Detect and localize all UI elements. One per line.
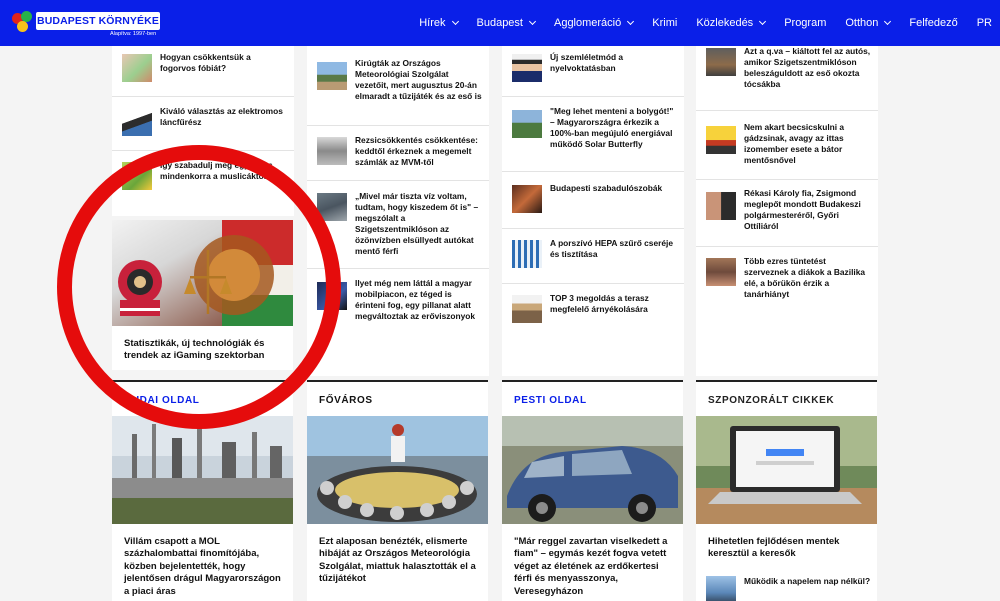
divider bbox=[502, 96, 684, 97]
article-thumbnail[interactable] bbox=[317, 282, 347, 310]
chevron-down-icon bbox=[759, 17, 767, 26]
section-budai-oldal: BUDAI OLDAL Villám csapott a MOL százhal… bbox=[112, 380, 293, 601]
nav-item-krimi[interactable]: Krimi bbox=[652, 17, 677, 29]
logo-text: BUDAPEST KÖRNYÉKE bbox=[36, 12, 160, 30]
article-thumbnail[interactable] bbox=[122, 108, 152, 136]
article-thumbnail[interactable] bbox=[706, 576, 736, 601]
section-szponzoralt-cikkek: SZPONZORÁLT CIKKEK Hihetetlen fejlődésen… bbox=[696, 380, 877, 601]
article-thumbnail[interactable] bbox=[512, 295, 542, 323]
section-heading[interactable]: PESTI OLDAL bbox=[514, 395, 587, 406]
divider bbox=[307, 125, 489, 126]
column-4-list: Azt a q.va – kiáltott fel az autós, amik… bbox=[696, 46, 878, 376]
article-image[interactable] bbox=[502, 416, 683, 524]
article-thumbnail[interactable] bbox=[706, 192, 736, 220]
column-1-list: Hogyan csökkentsük a fogorvos fóbiát? Ki… bbox=[112, 46, 294, 216]
list-item[interactable]: Több ezres tüntetést szerveznek a diákok… bbox=[706, 256, 872, 300]
section-fovaros: FŐVÁROS Ezt alaposan benézték, elismerte… bbox=[307, 380, 488, 601]
list-item[interactable]: Hogyan csökkentsük a fogorvos fóbiát? bbox=[122, 52, 288, 82]
article-thumbnail[interactable] bbox=[317, 62, 347, 90]
nav-item-felfedezo[interactable]: Felfedező bbox=[909, 17, 957, 29]
nav-item-hirek[interactable]: Hírek bbox=[419, 17, 459, 29]
list-item[interactable]: Kiváló választás az elektromos láncfűrés… bbox=[122, 106, 288, 136]
article-title[interactable]: Villám csapott a MOL százhalombattai fin… bbox=[124, 536, 286, 598]
nav-item-kozlekedes[interactable]: Közlekedés bbox=[696, 17, 767, 29]
divider bbox=[112, 96, 294, 97]
divider bbox=[307, 180, 489, 181]
article-title[interactable]: Ezt alaposan benézték, elismerte hibáját… bbox=[319, 536, 481, 586]
column-2-list: Kirúgták az Országos Meteorológiai Szolg… bbox=[307, 46, 489, 376]
list-item[interactable]: Ilyet még nem láttál a magyar mobilpiaco… bbox=[317, 278, 483, 322]
main-menu: Hírek Budapest Agglomeráció Krimi Közlek… bbox=[419, 0, 1000, 46]
nav-item-otthon[interactable]: Otthon bbox=[845, 17, 892, 29]
list-item[interactable]: Azt a q.va – kiáltott fel az autós, amik… bbox=[706, 46, 872, 90]
list-item[interactable]: Rékasi Károly fia, Zsigmond meglepőt mon… bbox=[706, 188, 872, 232]
list-item[interactable]: Rezsicsökkentés csökkentése: keddtől érk… bbox=[317, 135, 483, 168]
article-title[interactable]: Hihetetlen fejlődésen mentek keresztül a… bbox=[708, 536, 870, 561]
article-thumbnail[interactable] bbox=[706, 126, 736, 154]
list-item[interactable]: A porszívó HEPA szűrő cseréje és tisztít… bbox=[512, 238, 678, 268]
top-nav-bar: BUDAPEST KÖRNYÉKE Alapítva: 1997-ben Hír… bbox=[0, 0, 1000, 46]
list-item[interactable]: „Mivel már tiszta víz voltam, tudtam, ho… bbox=[317, 191, 483, 257]
nav-item-pr[interactable]: PR bbox=[977, 17, 992, 29]
article-image[interactable] bbox=[696, 416, 877, 524]
section-heading[interactable]: FŐVÁROS bbox=[319, 395, 373, 406]
divider bbox=[696, 110, 878, 111]
article-thumbnail[interactable] bbox=[317, 137, 347, 165]
article-thumbnail[interactable] bbox=[512, 185, 542, 213]
list-item[interactable]: "Meg lehet menteni a bolygót!" – Magyaro… bbox=[512, 106, 678, 150]
featured-article-image[interactable] bbox=[112, 220, 293, 326]
divider bbox=[502, 228, 684, 229]
section-heading[interactable]: BUDAI OLDAL bbox=[124, 395, 199, 406]
chevron-down-icon bbox=[451, 17, 459, 26]
divider bbox=[696, 246, 878, 247]
divider bbox=[502, 171, 684, 172]
chevron-down-icon bbox=[884, 17, 892, 26]
article-thumbnail[interactable] bbox=[122, 54, 152, 82]
featured-article-title[interactable]: Statisztikák, új technológiák és trendek… bbox=[124, 338, 284, 362]
list-item[interactable]: TOP 3 megoldás a terasz megfelelő árnyék… bbox=[512, 293, 678, 323]
divider bbox=[307, 268, 489, 269]
site-logo[interactable]: BUDAPEST KÖRNYÉKE Alapítva: 1997-ben bbox=[10, 9, 162, 39]
nav-item-agglomeracio[interactable]: Agglomeráció bbox=[554, 17, 635, 29]
list-item[interactable]: Budapesti szabadulószobák bbox=[512, 183, 678, 213]
article-image[interactable] bbox=[307, 416, 488, 524]
article-thumbnail[interactable] bbox=[706, 48, 736, 76]
divider bbox=[502, 283, 684, 284]
divider bbox=[112, 150, 294, 151]
article-image[interactable] bbox=[112, 416, 293, 524]
list-item[interactable]: Így szabadulj meg egyszer s mindenkorra … bbox=[122, 160, 288, 190]
logo-mark-icon bbox=[10, 11, 36, 35]
article-thumbnail[interactable] bbox=[512, 240, 542, 268]
article-thumbnail[interactable] bbox=[317, 193, 347, 221]
list-item[interactable]: Működik a napelem nap nélkül? bbox=[706, 576, 872, 601]
divider bbox=[696, 179, 878, 180]
article-thumbnail[interactable] bbox=[512, 54, 542, 82]
section-pesti-oldal: PESTI OLDAL "Már reggel zavartan viselke… bbox=[502, 380, 683, 601]
list-item[interactable]: Új szemléletmód a nyelvoktatásban bbox=[512, 52, 678, 82]
list-item[interactable]: Nem akart becsicskulni a gádzsinak, avag… bbox=[706, 122, 872, 166]
article-thumbnail[interactable] bbox=[706, 258, 736, 286]
section-heading[interactable]: SZPONZORÁLT CIKKEK bbox=[708, 395, 834, 406]
logo-subtitle: Alapítva: 1997-ben bbox=[110, 31, 157, 37]
chevron-down-icon bbox=[627, 17, 635, 26]
nav-item-budapest[interactable]: Budapest bbox=[477, 17, 537, 29]
list-item[interactable]: Kirúgták az Országos Meteorológiai Szolg… bbox=[317, 58, 483, 102]
featured-article-card[interactable]: Statisztikák, új technológiák és trendek… bbox=[112, 220, 293, 370]
article-title[interactable]: "Már reggel zavartan viselkedett a fiam"… bbox=[514, 536, 676, 598]
column-3-list: Új szemléletmód a nyelvoktatásban "Meg l… bbox=[502, 46, 684, 376]
nav-item-program[interactable]: Program bbox=[784, 17, 826, 29]
article-thumbnail[interactable] bbox=[122, 162, 152, 190]
article-thumbnail[interactable] bbox=[512, 110, 542, 138]
chevron-down-icon bbox=[528, 17, 537, 26]
